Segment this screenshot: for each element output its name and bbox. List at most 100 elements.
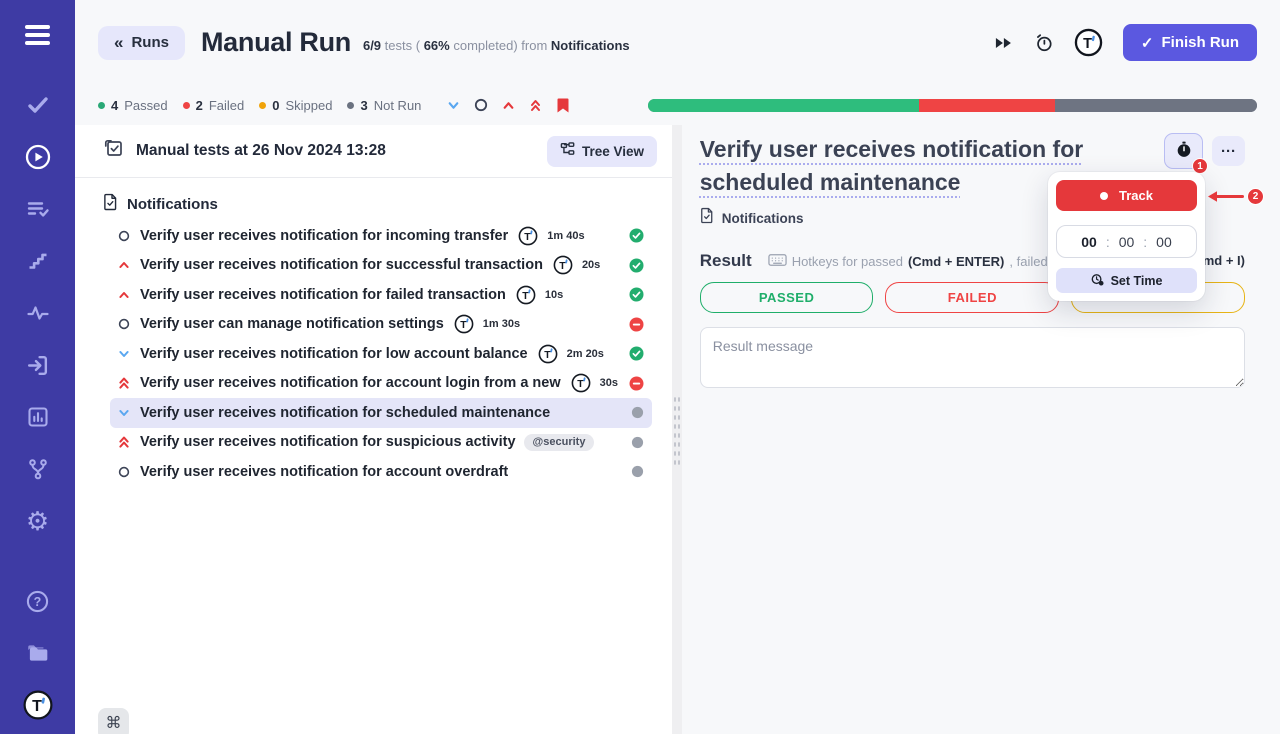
test-status-icon [629,376,644,391]
filter-bookmark-icon[interactable] [556,97,570,114]
test-row[interactable]: Verify user receives notification for in… [110,221,652,251]
stat-not-run: 3Not Run [347,98,421,113]
timer-icon[interactable] [1033,32,1054,53]
test-row[interactable]: Verify user receives notification for ac… [110,457,652,487]
document-check-icon [700,207,714,229]
stat-failed: 2Failed [183,98,245,113]
test-title: Verify user receives notification for lo… [140,346,528,362]
test-source-logo-icon: T [454,314,474,334]
test-status-icon [629,228,644,243]
avatar-logo-icon[interactable]: T [1074,28,1103,57]
test-row[interactable]: Verify user receives notification for su… [110,251,652,281]
svg-text:T: T [32,698,42,715]
test-source-logo-icon: T [571,373,591,393]
clipboard-check-icon [103,138,124,164]
priority-icon [117,230,130,242]
panel-resize-handle[interactable] [672,125,682,734]
filter-chevron-up-icon[interactable] [502,99,515,112]
test-row[interactable]: Verify user can manage notification sett… [110,310,652,340]
skip-forward-icon[interactable] [994,36,1013,50]
set-time-button[interactable]: Set Time [1056,268,1197,293]
stat-skipped: 0Skipped [259,98,332,113]
annotation-arrow-2: 2 [1206,188,1264,205]
suite-group-row[interactable]: Notifications [75,191,672,217]
list-header: Manual tests at 26 Nov 2024 13:28 Tree V… [75,125,672,178]
sign-in-icon[interactable] [21,350,55,380]
test-row[interactable]: Verify user receives notification for fa… [110,280,652,310]
passed-button[interactable]: PASSED [700,282,874,313]
stat-dot-icon [98,102,105,109]
priority-icon [117,407,130,419]
failed-button[interactable]: FAILED [885,282,1059,313]
track-time-popup: Track 00 : 00 : 00 Set Time [1048,172,1205,301]
filter-chevron-down-icon[interactable] [447,99,460,112]
list-check-icon[interactable] [21,194,55,224]
track-label: Track [1119,188,1153,203]
test-status-icon [629,317,644,332]
stat-passed: 4Passed [98,98,168,113]
record-dot-icon [1100,192,1108,200]
test-source-logo-icon: T [516,285,536,305]
test-row[interactable]: Verify user receives notification for lo… [110,339,652,369]
folder-icon[interactable] [21,638,55,668]
test-source-logo-icon: T [538,344,558,364]
test-title: Verify user can manage notification sett… [140,316,444,332]
time-minutes[interactable]: 00 [1119,234,1135,250]
track-button[interactable]: Track [1056,180,1197,211]
hotkeys-tail: md + I) [1203,253,1245,268]
track-time-button[interactable]: 1 [1164,133,1203,169]
set-time-label: Set Time [1111,274,1163,288]
priority-icon [117,466,130,478]
test-list-panel: Manual tests at 26 Nov 2024 13:28 Tree V… [75,125,672,734]
tests-check-icon[interactable] [21,90,55,120]
finish-run-label: Finish Run [1162,34,1240,51]
svg-text:T: T [544,349,551,361]
time-seconds[interactable]: 00 [1156,234,1172,250]
document-check-icon [103,193,118,216]
more-menu-icon[interactable]: ··· [1212,136,1245,166]
steps-icon[interactable] [21,246,55,276]
run-progress-bar [648,99,1257,112]
test-duration: 1m 40s [547,230,584,242]
filter-double-chevron-up-icon[interactable] [529,98,542,112]
run-subtitle: 6/9 tests ( 66% completed) from Notifica… [363,38,630,53]
priority-icon [117,376,130,390]
stat-dot-icon [183,102,190,109]
suite-group-label: Notifications [127,196,218,213]
finish-run-button[interactable]: ✓ Finish Run [1123,24,1257,61]
test-title: Verify user receives notification for su… [140,257,543,273]
menu-icon[interactable] [21,20,55,50]
help-icon[interactable]: ? [21,586,55,616]
cmd-key-icon: ⌘ [106,713,122,733]
hotkeys-cmd-button[interactable]: ⌘ [98,708,129,734]
hotkeys-mid: , failed [1009,254,1047,269]
brand-logo-icon[interactable]: T [21,690,55,720]
back-chevrons-icon: « [114,33,123,53]
settings-gear-icon[interactable]: ⚙ [21,506,55,536]
runs-play-icon[interactable] [21,142,55,172]
test-status-icon [631,406,644,419]
test-row[interactable]: Verify user receives notification for sc… [110,398,652,428]
bar-chart-icon[interactable] [21,402,55,432]
priority-icon [117,435,130,449]
test-source-logo-icon: T [553,255,573,275]
priority-icon [117,259,130,271]
pulse-icon[interactable] [21,298,55,328]
result-message-input[interactable] [700,327,1245,388]
tree-view-button[interactable]: Tree View [547,136,657,167]
branch-icon[interactable] [21,454,55,484]
time-hours[interactable]: 00 [1081,234,1097,250]
test-title: Verify user receives notification for su… [140,434,516,450]
hotkeys-prefix: Hotkeys for passed [792,254,903,269]
test-row[interactable]: Verify user receives notification for su… [110,428,652,458]
priority-icon [117,348,130,360]
test-row[interactable]: Verify user receives notification for ac… [110,369,652,399]
progress-seg-passed [648,99,919,112]
time-input[interactable]: 00 : 00 : 00 [1056,225,1197,258]
filter-circle-icon[interactable] [474,98,488,112]
run-source: Notifications [551,38,630,53]
test-status-icon [631,436,644,449]
back-to-runs-button[interactable]: « Runs [98,26,185,60]
test-duration: 10s [545,289,563,301]
test-source-logo-icon: T [518,226,538,246]
